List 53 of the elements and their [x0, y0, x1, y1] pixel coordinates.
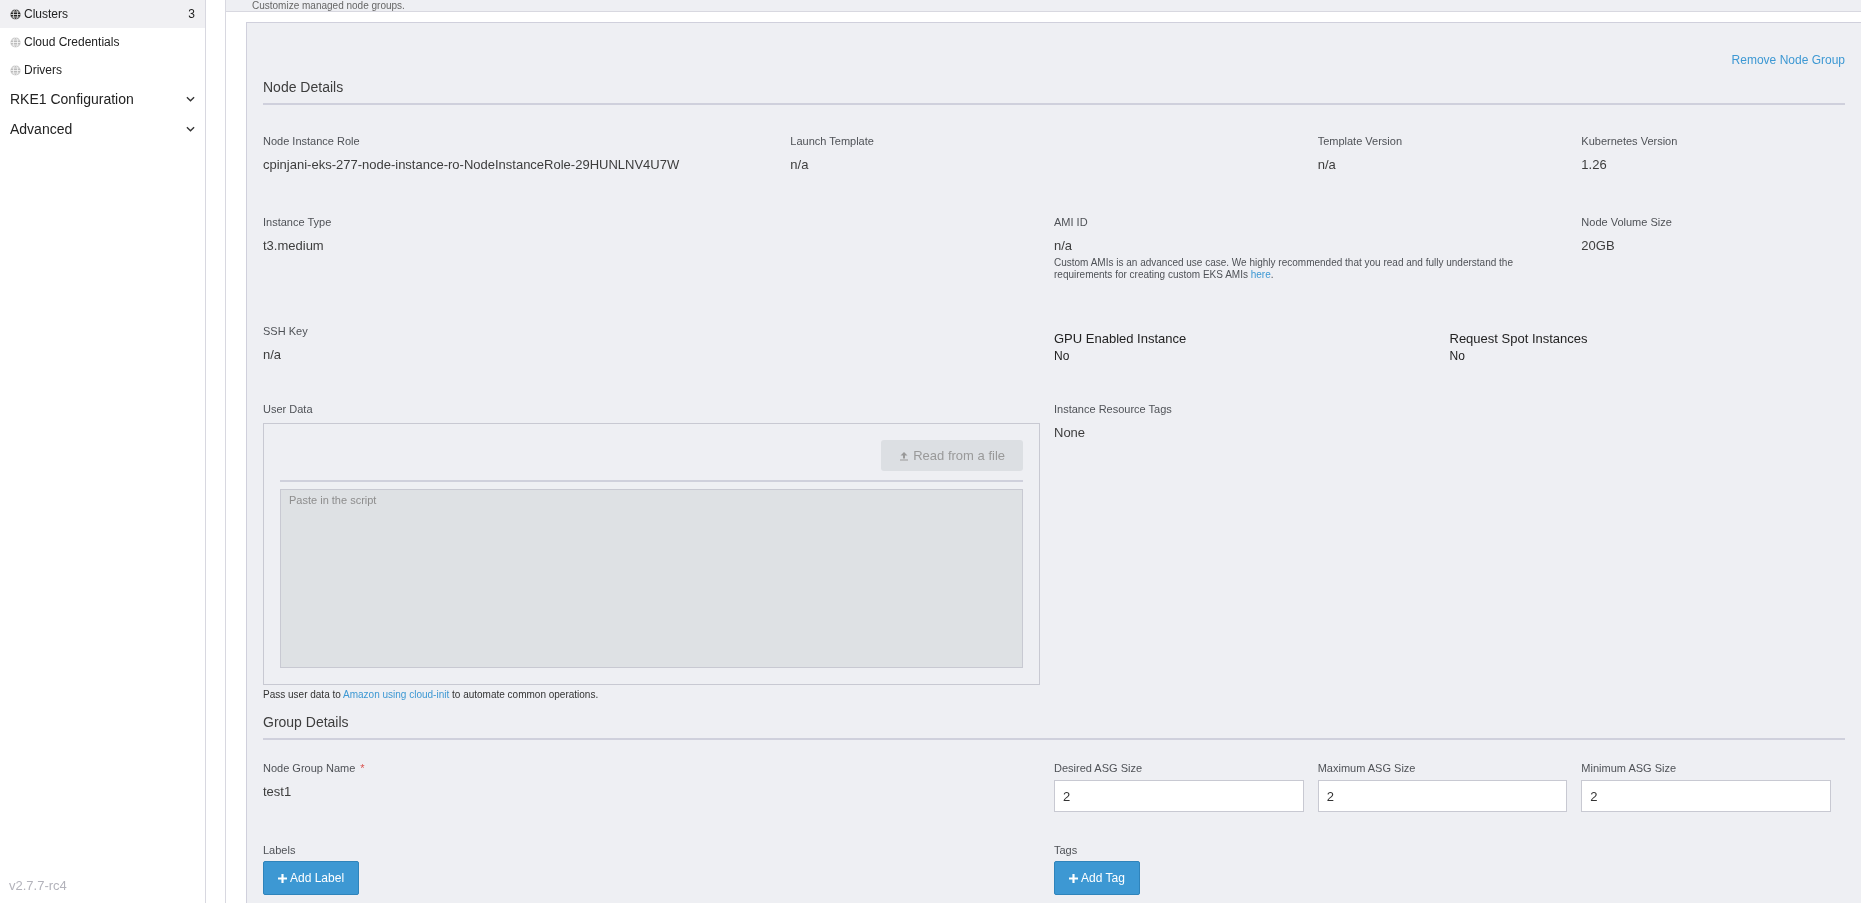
- field-label: Launch Template: [790, 135, 875, 147]
- field-value: 20GB: [1581, 238, 1616, 253]
- version-label: v2.7.7-rc4: [8, 878, 68, 895]
- field-label: Node Group Name *: [263, 762, 366, 774]
- field-value: test1: [263, 784, 293, 799]
- required-mark: *: [360, 762, 365, 774]
- field-label: Desired ASG Size: [1054, 762, 1144, 774]
- field-value: n/a: [790, 157, 810, 172]
- sidebar-group[interactable]: RKE1 Configuration: [0, 84, 205, 114]
- field-label: Instance Type: [263, 216, 333, 228]
- field-label: Request Spot Instances: [1449, 331, 1589, 346]
- plus-icon: [1069, 873, 1078, 883]
- field-label: Instance Resource Tags: [1054, 403, 1173, 415]
- number-field[interactable]: 2: [1054, 780, 1304, 812]
- section-title: Node Details: [263, 67, 1845, 105]
- field-label: GPU Enabled Instance: [1054, 331, 1188, 346]
- field-label: AMI ID: [1054, 216, 1089, 228]
- field-value: 1.26: [1581, 157, 1608, 172]
- field-label: Node Volume Size: [1581, 216, 1673, 228]
- ami-note: Custom AMIs is an advanced use case. We highly recommended that you read and fully understand the requirements for creating custom EKS AMIs here.: [1054, 257, 1514, 281]
- field-label: Maximum ASG Size: [1317, 762, 1417, 774]
- globe-icon: [10, 8, 21, 20]
- field-value: No: [1449, 349, 1466, 363]
- sidebar-item[interactable]: Cloud Credentials: [0, 28, 205, 56]
- field-label: Kubernetes Version: [1581, 135, 1679, 147]
- field-value: n/a: [1054, 238, 1074, 253]
- section-title: Group Details: [263, 700, 1845, 740]
- plus-icon: [278, 873, 287, 883]
- help-text: Pass user data to Amazon using cloud-init to automate common operations.: [263, 689, 600, 700]
- field-label: Node Instance Role: [263, 135, 361, 147]
- cluster-count: 3: [188, 7, 195, 21]
- field-value: t3.medium: [263, 238, 325, 253]
- script-field[interactable]: Paste in the script: [280, 489, 1023, 668]
- field-label: Template Version: [1317, 135, 1404, 147]
- field-value: n/a: [1317, 157, 1337, 172]
- number-field[interactable]: 2: [1581, 780, 1831, 812]
- sidebar-item[interactable]: Clusters 3: [0, 0, 205, 28]
- page-subtitle: Customize managed node groups.: [252, 0, 405, 11]
- field-label: User Data: [263, 403, 314, 415]
- sidebar-group[interactable]: Advanced: [0, 114, 205, 144]
- globe-icon: [10, 64, 21, 76]
- globe-icon: [10, 36, 21, 48]
- field-label: Tags: [1054, 844, 1079, 856]
- field-value: No: [1054, 349, 1071, 363]
- field-label: Labels: [263, 844, 297, 856]
- field-label: Minimum ASG Size: [1581, 762, 1678, 774]
- field-value: n/a: [263, 347, 283, 362]
- sidebar-item[interactable]: Drivers: [0, 56, 205, 84]
- field-label: SSH Key: [263, 325, 309, 337]
- field-value: None: [1054, 425, 1087, 440]
- field-value: cpinjani-eks-277-node-instance-ro-NodeInstanceRole-29HUNLNV4U7W: [263, 157, 681, 172]
- upload-icon: [899, 450, 910, 461]
- number-field[interactable]: 2: [1317, 780, 1568, 812]
